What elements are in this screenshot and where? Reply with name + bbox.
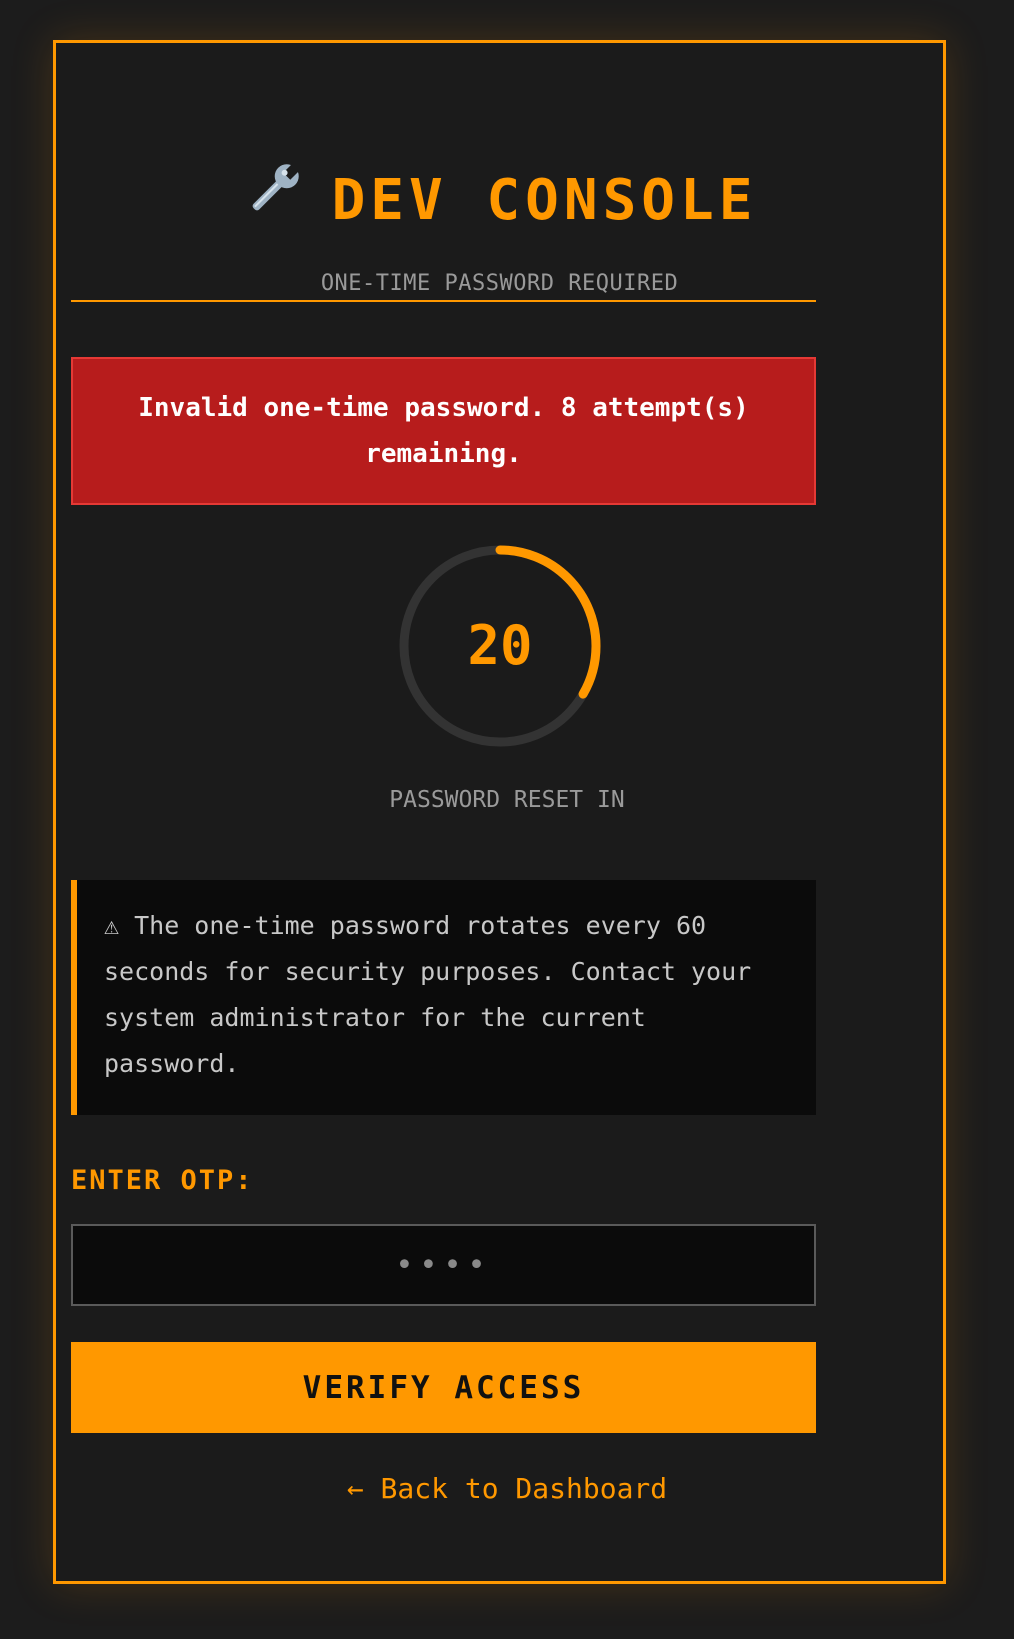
error-alert: Invalid one-time password. 8 attempt(s) … <box>71 357 816 505</box>
countdown-label: PASSWORD RESET IN <box>389 787 625 813</box>
otp-input[interactable] <box>71 1224 816 1306</box>
divider <box>71 300 816 302</box>
notice-text: ⚠ The one-time password rotates every 60… <box>104 911 752 1078</box>
verify-access-button[interactable]: VERIFY ACCESS <box>71 1342 816 1433</box>
page-title: DEV CONSOLE <box>56 161 943 243</box>
otp-label: ENTER OTP: <box>71 1165 254 1196</box>
countdown-seconds: 20 <box>467 614 533 677</box>
title-text: DEV CONSOLE <box>331 168 758 233</box>
wrench-icon <box>242 157 306 243</box>
security-notice: ⚠ The one-time password rotates every 60… <box>71 880 816 1115</box>
back-to-dashboard-link[interactable]: ← Back to Dashboard <box>0 1472 1014 1505</box>
page-subtitle: ONE-TIME PASSWORD REQUIRED <box>320 271 679 296</box>
